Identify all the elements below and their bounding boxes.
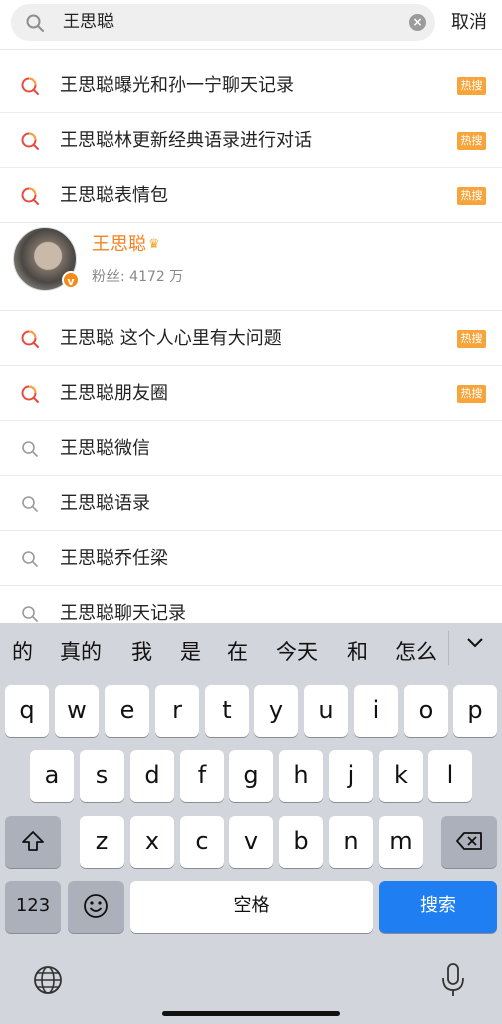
key-z[interactable]: z bbox=[80, 816, 124, 868]
key-q[interactable]: q bbox=[5, 685, 49, 737]
key-j[interactable]: j bbox=[329, 750, 373, 802]
key-x[interactable]: x bbox=[130, 816, 174, 868]
crown-icon: ♛ bbox=[148, 237, 160, 252]
backspace-icon bbox=[456, 832, 482, 850]
key-m[interactable]: m bbox=[379, 816, 423, 868]
search-icon bbox=[22, 496, 38, 512]
candidate-word[interactable]: 在 bbox=[227, 623, 248, 681]
key-y[interactable]: y bbox=[254, 685, 298, 737]
candidate-word[interactable]: 我 bbox=[131, 623, 152, 681]
key-w[interactable]: w bbox=[55, 685, 99, 737]
search-icon bbox=[22, 606, 38, 622]
shift-icon bbox=[22, 831, 44, 851]
list-item[interactable]: 王思聪表情包 热搜 bbox=[0, 168, 502, 223]
globe-icon[interactable] bbox=[32, 964, 64, 996]
key-i[interactable]: i bbox=[354, 685, 398, 737]
hot-badge: 热搜 bbox=[457, 187, 486, 205]
search-button[interactable]: 搜索 bbox=[379, 881, 497, 933]
key-d[interactable]: d bbox=[130, 750, 174, 802]
key-b[interactable]: b bbox=[279, 816, 323, 868]
hot-badge: 热搜 bbox=[457, 77, 486, 95]
suggestion-label: 王思聪语录 bbox=[60, 493, 150, 514]
emoji-icon bbox=[84, 894, 108, 918]
key-f[interactable]: f bbox=[180, 750, 224, 802]
key-e[interactable]: e bbox=[105, 685, 149, 737]
search-input[interactable]: 王思聪 × bbox=[11, 4, 435, 41]
key-r[interactable]: r bbox=[155, 685, 199, 737]
key-a[interactable]: a bbox=[30, 750, 74, 802]
space-button[interactable]: 空格 bbox=[130, 881, 373, 933]
suggestion-label: 王思聪朋友圈 bbox=[60, 383, 168, 404]
candidate-word[interactable]: 真的 bbox=[60, 623, 102, 681]
shift-button[interactable] bbox=[5, 816, 61, 868]
candidate-word[interactable]: 的 bbox=[12, 623, 33, 681]
key-g[interactable]: g bbox=[229, 750, 273, 802]
candidate-word[interactable]: 今天 bbox=[276, 623, 318, 681]
list-item[interactable]: 王思聪朋友圈 热搜 bbox=[0, 366, 502, 421]
keyboard: q w e r t y u i o p a s d f g h j k l z … bbox=[0, 679, 502, 1024]
list-item[interactable]: 王思聪乔任梁 bbox=[0, 531, 502, 586]
user-result[interactable]: v 王思聪 ♛ 粉丝: 4172 万 bbox=[0, 223, 502, 311]
search-header: 王思聪 × 取消 bbox=[0, 0, 502, 50]
emoji-button[interactable] bbox=[68, 881, 124, 933]
suggestion-label: 王思聪林更新经典语录进行对话 bbox=[60, 130, 312, 151]
list-item[interactable]: 王思聪语录 bbox=[0, 476, 502, 531]
suggestion-label: 王思聪微信 bbox=[60, 438, 150, 459]
suggestion-label: 王思聪 这个人心里有大问题 bbox=[60, 328, 282, 349]
key-t[interactable]: t bbox=[205, 685, 249, 737]
clear-icon[interactable]: × bbox=[409, 14, 426, 31]
key-p[interactable]: p bbox=[453, 685, 497, 737]
hot-search-icon bbox=[21, 187, 39, 205]
hot-search-icon bbox=[21, 385, 39, 403]
home-indicator bbox=[162, 1011, 340, 1016]
search-query-text: 王思聪 bbox=[63, 12, 114, 32]
list-item[interactable]: 王思聪林更新经典语录进行对话 热搜 bbox=[0, 113, 502, 168]
delete-button[interactable] bbox=[441, 816, 497, 868]
hot-search-icon bbox=[21, 330, 39, 348]
user-name-text: 王思聪 bbox=[92, 234, 146, 255]
microphone-icon[interactable] bbox=[440, 962, 466, 998]
hot-search-icon bbox=[21, 132, 39, 150]
suggestion-label: 王思聪乔任梁 bbox=[60, 548, 168, 569]
search-icon bbox=[22, 441, 38, 457]
key-o[interactable]: o bbox=[404, 685, 448, 737]
chevron-down-icon[interactable] bbox=[464, 631, 486, 653]
key-u[interactable]: u bbox=[304, 685, 348, 737]
candidate-word[interactable]: 和 bbox=[347, 623, 368, 681]
hot-badge: 热搜 bbox=[457, 385, 486, 403]
verified-badge: v bbox=[62, 271, 80, 289]
search-screen: 王思聪 × 取消 王思聪曝光和孙一宁聊天记录 热搜 王思聪林更新经典语录进行对话… bbox=[0, 0, 502, 1024]
list-item[interactable]: 王思聪曝光和孙一宁聊天记录 热搜 bbox=[0, 60, 502, 113]
search-icon bbox=[26, 14, 44, 32]
numbers-button[interactable]: 123 bbox=[5, 881, 61, 933]
key-v[interactable]: v bbox=[229, 816, 273, 868]
hot-badge: 热搜 bbox=[457, 330, 486, 348]
suggestion-list: 王思聪曝光和孙一宁聊天记录 热搜 王思聪林更新经典语录进行对话 热搜 王思聪表情… bbox=[0, 60, 502, 630]
candidate-word[interactable]: 怎么 bbox=[395, 623, 437, 681]
suggestion-label: 王思聪曝光和孙一宁聊天记录 bbox=[60, 75, 294, 96]
key-k[interactable]: k bbox=[379, 750, 423, 802]
list-item[interactable]: 王思聪 这个人心里有大问题 热搜 bbox=[0, 311, 502, 366]
ime-candidate-bar: 的 真的 我 是 在 今天 和 怎么 bbox=[0, 623, 502, 679]
key-n[interactable]: n bbox=[329, 816, 373, 868]
fans-count: 粉丝: 4172 万 bbox=[92, 269, 184, 285]
key-h[interactable]: h bbox=[279, 750, 323, 802]
hot-search-icon bbox=[21, 77, 39, 95]
key-s[interactable]: s bbox=[80, 750, 124, 802]
key-c[interactable]: c bbox=[180, 816, 224, 868]
candidate-word[interactable]: 是 bbox=[180, 623, 201, 681]
hot-badge: 热搜 bbox=[457, 132, 486, 150]
candidate-divider bbox=[448, 631, 449, 665]
user-name: 王思聪 ♛ bbox=[92, 231, 160, 259]
cancel-button[interactable]: 取消 bbox=[451, 6, 487, 39]
key-l[interactable]: l bbox=[428, 750, 472, 802]
list-item[interactable]: 王思聪微信 bbox=[0, 421, 502, 476]
search-icon bbox=[22, 551, 38, 567]
suggestion-label: 王思聪表情包 bbox=[60, 185, 168, 206]
